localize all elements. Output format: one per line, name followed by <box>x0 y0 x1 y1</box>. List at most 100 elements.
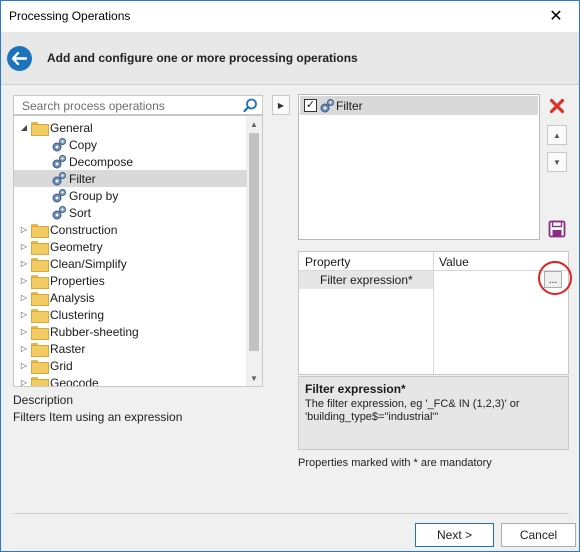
tree-item-label: Geocode <box>50 375 99 387</box>
tree-folder[interactable]: ▷ Geometry <box>14 238 247 255</box>
save-icon <box>548 220 566 238</box>
back-button[interactable] <box>7 46 32 71</box>
folder-icon <box>31 274 49 289</box>
tree-item-label: Analysis <box>50 290 95 305</box>
scroll-thumb[interactable] <box>249 133 259 351</box>
tree-item-label: Copy <box>69 137 98 152</box>
operation-label: Filter <box>336 98 363 113</box>
folder-icon <box>31 308 49 323</box>
triangle-down-icon: ▼ <box>553 157 561 167</box>
highlight-circle <box>538 261 572 295</box>
tree-item-label: General <box>50 120 93 135</box>
save-button[interactable] <box>547 219 567 239</box>
tree-folder[interactable]: ▷ Properties <box>14 272 247 289</box>
scroll-up-arrow[interactable]: ▲ <box>246 116 262 132</box>
tree-item-label: Grid <box>50 358 73 373</box>
collapsed-arrow-icon[interactable]: ▷ <box>17 361 31 370</box>
tree-item-label: Clustering <box>50 307 105 322</box>
folder-icon <box>31 359 49 374</box>
tree-folder[interactable]: ▷ Raster <box>14 340 247 357</box>
folder-icon <box>31 291 49 306</box>
tree-folder[interactable]: ◢ General <box>14 119 247 136</box>
folder-icon <box>31 223 49 238</box>
next-button[interactable]: Next > <box>415 523 494 547</box>
search-input[interactable] <box>20 98 240 113</box>
property-row[interactable]: Filter expression* ... <box>299 271 568 289</box>
tree-item-label: Group by <box>69 188 119 203</box>
selected-operations-list[interactable]: ✓ Filter <box>298 94 540 240</box>
tree-item-label: Properties <box>50 273 105 288</box>
collapsed-arrow-icon[interactable]: ▷ <box>17 242 31 251</box>
properties-grid: Property Value Filter expression* ... <box>298 251 569 375</box>
tree-item-label: Raster <box>50 341 86 356</box>
mandatory-note: Properties marked with * are mandatory <box>298 457 492 469</box>
collapsed-arrow-icon[interactable]: ▷ <box>17 225 31 234</box>
help-description: The filter expression, eg '_FC& IN (1,2,… <box>305 398 520 423</box>
tree-operation[interactable]: Filter <box>14 170 247 187</box>
column-header-value: Value <box>439 255 469 269</box>
folder-icon <box>31 376 49 386</box>
gear-icon <box>51 205 67 221</box>
tree-item-label: Decompose <box>69 154 134 169</box>
tree-folder[interactable]: ▷ Construction <box>14 221 247 238</box>
help-title: Filter expression* <box>305 382 406 396</box>
folder-icon <box>31 121 49 136</box>
collapsed-arrow-icon[interactable]: ▷ <box>17 310 31 319</box>
folder-icon <box>31 240 49 255</box>
collapsed-arrow-icon[interactable]: ▷ <box>17 259 31 268</box>
operation-item[interactable]: ✓ Filter <box>300 96 538 115</box>
tree-folder[interactable]: ▷ Clean/Simplify <box>14 255 247 272</box>
tree-operation[interactable]: Sort <box>14 204 247 221</box>
wizard-header: Add and configure one or more processing… <box>1 32 579 85</box>
tree-item-label: Filter <box>69 171 96 186</box>
collapsed-arrow-icon[interactable]: ▷ <box>17 378 31 386</box>
property-name: Filter expression* <box>299 271 433 289</box>
footer-divider <box>13 513 569 514</box>
folder-icon <box>31 342 49 357</box>
tree-operation[interactable]: Decompose <box>14 153 247 170</box>
move-up-button[interactable]: ▲ <box>547 125 567 145</box>
gear-icon <box>320 98 334 112</box>
triangle-up-icon: ▲ <box>553 130 561 140</box>
tree-folder[interactable]: ▷ Rubber-sheeting <box>14 323 247 340</box>
gear-icon <box>51 171 67 187</box>
cancel-button[interactable]: Cancel <box>501 523 576 547</box>
tree-item-label: Clean/Simplify <box>50 256 127 271</box>
search-box <box>13 95 263 115</box>
scroll-down-arrow[interactable]: ▼ <box>246 370 262 386</box>
property-help: Filter expression* The filter expression… <box>298 376 569 450</box>
tree-item-label: Construction <box>50 222 118 237</box>
chevron-right-icon: ▶ <box>277 100 285 110</box>
collapsed-arrow-icon[interactable]: ▷ <box>17 327 31 336</box>
tree-folder[interactable]: ▷ Grid <box>14 357 247 374</box>
operation-checkbox[interactable]: ✓ <box>304 99 317 112</box>
delete-operation-button[interactable] <box>547 96 567 116</box>
description-text: Filters Item using an expression <box>13 410 183 424</box>
delete-x-icon <box>549 98 565 114</box>
title-bar: Processing Operations ✕ <box>1 1 579 32</box>
search-icon[interactable] <box>243 98 258 113</box>
tree-item-label: Geometry <box>50 239 103 254</box>
tree-scrollbar[interactable]: ▲ ▼ <box>246 116 262 386</box>
operations-tree[interactable]: ▲ ▼ ◢ General Copy Decompose Filter Group by S… <box>13 115 263 387</box>
tree-operation[interactable]: Group by <box>14 187 247 204</box>
tree-folder[interactable]: ▷ Geocode <box>14 374 247 387</box>
gear-icon <box>51 188 67 204</box>
gear-icon <box>51 154 67 170</box>
tree-operation[interactable]: Copy <box>14 136 247 153</box>
add-operation-button[interactable]: ▶ <box>272 95 290 115</box>
move-down-button[interactable]: ▼ <box>547 152 567 172</box>
description-label: Description <box>13 393 74 407</box>
gear-icon <box>51 137 67 153</box>
tree-folder[interactable]: ▷ Analysis <box>14 289 247 306</box>
close-icon[interactable]: ✕ <box>533 1 579 31</box>
collapsed-arrow-icon[interactable]: ▷ <box>17 293 31 302</box>
collapsed-arrow-icon[interactable]: ▷ <box>17 344 31 353</box>
collapsed-arrow-icon[interactable]: ▷ <box>17 276 31 285</box>
column-header-property: Property <box>305 255 351 269</box>
tree-folder[interactable]: ▷ Clustering <box>14 306 247 323</box>
window-title: Processing Operations <box>9 9 131 23</box>
arrow-left-icon <box>12 52 27 65</box>
processing-operations-dialog: Processing Operations ✕ Add and configur… <box>0 0 580 552</box>
expanded-arrow-icon[interactable]: ◢ <box>17 123 31 132</box>
